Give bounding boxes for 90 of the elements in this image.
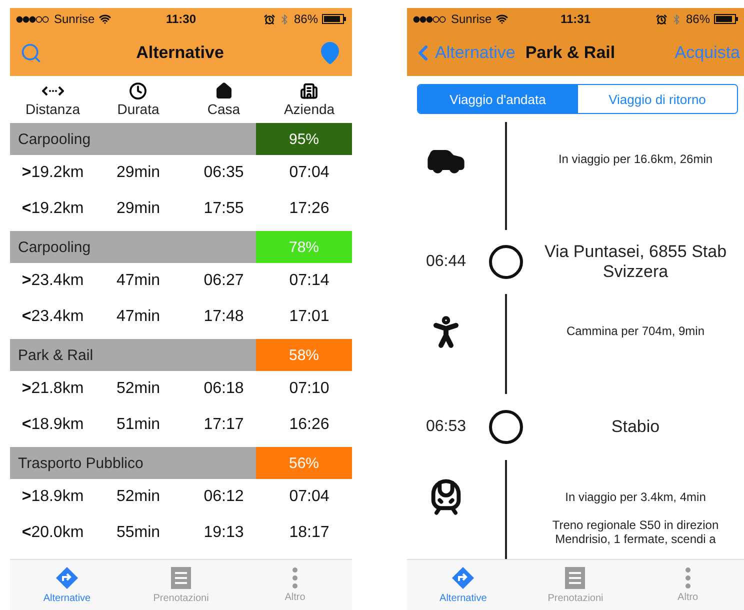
column-header[interactable]: Distanza <box>26 101 80 117</box>
home-time-cell-text: 17:48 <box>202 308 245 326</box>
column-header[interactable]: Azienda <box>284 101 335 117</box>
duration-cell-text: 47min <box>115 308 162 326</box>
tab-item[interactable]: Altro <box>632 560 744 610</box>
distance-cell-text: >19.2km <box>20 164 85 182</box>
distance-cell-text: >18.9km <box>20 488 85 506</box>
bluetooth-icon <box>278 14 290 24</box>
stop-circle-icon <box>489 245 523 279</box>
segment-button[interactable]: Viaggio d'andata <box>418 85 578 113</box>
home-time-cell-text: 06:18 <box>202 380 245 398</box>
duration-cell-text: 52min <box>115 380 162 398</box>
company-time-cell-text: 17:26 <box>288 200 330 218</box>
wifi-icon <box>98 13 111 25</box>
score-badge: 95% <box>256 123 352 155</box>
leg-description: Cammina per 704m, 9min <box>566 324 705 338</box>
home-icon <box>214 82 233 100</box>
leg-description: In viaggio per 3.4km, 4min <box>565 490 706 504</box>
duration-cell-text: 55min <box>115 524 162 542</box>
alarm-icon <box>656 14 667 24</box>
home-time-cell-text: 17:55 <box>202 200 245 218</box>
list-icon <box>170 566 192 590</box>
option-name: Carpooling <box>17 130 92 150</box>
leg-description: Treno regionale S50 in direzion Mendrisio, 1 fermate, scendi a <box>552 518 719 546</box>
option-name: Carpooling <box>17 238 92 258</box>
bluetooth-icon <box>670 14 682 24</box>
signal-icon <box>413 16 447 22</box>
screen-title: Alternative <box>136 43 224 63</box>
duration-cell-text: 47min <box>115 272 162 290</box>
distance-cell-text: <19.2km <box>20 200 85 218</box>
tab-item[interactable]: Alternative <box>407 560 520 610</box>
carrier-name: Sunrise <box>54 12 95 26</box>
building-icon <box>300 82 318 100</box>
stop-name: Via Puntasei, 6855 Stab Svizzera <box>543 242 728 282</box>
company-time-cell-text: 07:14 <box>288 272 330 290</box>
tab-item[interactable]: Alternative <box>10 560 124 610</box>
home-time-cell-text: 17:17 <box>202 416 245 434</box>
distance-cell-text: <20.0km <box>20 524 85 542</box>
distance-cell-text: <18.9km <box>20 416 85 434</box>
alarm-icon <box>264 14 275 24</box>
option-name: Park & Rail <box>17 346 94 366</box>
signal-icon <box>16 16 50 22</box>
company-time-cell-text: 07:04 <box>288 488 330 506</box>
battery-icon <box>322 14 346 24</box>
company-time-cell-text: 18:17 <box>288 524 330 542</box>
duration-cell-text: 29min <box>115 200 162 218</box>
column-header[interactable]: Casa <box>207 101 240 117</box>
distance-cell-text: >23.4km <box>20 272 85 290</box>
screen-title: Park & Rail <box>525 43 616 63</box>
home-time-cell-text: 06:27 <box>202 272 245 290</box>
status-time: 11:31 <box>560 12 591 26</box>
leg-description: In viaggio per 16.6km, 26min <box>558 152 713 166</box>
search-icon[interactable] <box>20 42 42 64</box>
tab-item[interactable]: Prenotazioni <box>519 560 632 610</box>
stop-time: 06:53 <box>426 418 466 436</box>
directions-icon <box>55 566 79 590</box>
more-icon <box>292 567 298 589</box>
battery-icon <box>714 14 738 24</box>
duration-cell-text: 51min <box>115 416 162 434</box>
home-time-cell-text: 06:12 <box>202 488 245 506</box>
stop-name: Stabio <box>610 417 661 437</box>
duration-cell-text: 52min <box>115 488 162 506</box>
distance-cell-text: <23.4km <box>20 308 85 326</box>
column-header[interactable]: Durata <box>117 101 160 117</box>
score-badge: 58% <box>256 339 352 371</box>
stop-circle-icon <box>489 410 523 444</box>
wifi-icon <box>496 13 508 25</box>
more-icon <box>684 567 691 589</box>
stop-time: 06:44 <box>426 253 466 271</box>
company-time-cell-text: 07:10 <box>288 380 330 398</box>
duration-cell-text: 29min <box>115 164 162 182</box>
tab-item[interactable]: Altro <box>238 560 352 610</box>
home-time-cell-text: 06:35 <box>202 164 245 182</box>
score-badge: 56% <box>256 447 352 479</box>
tab-item[interactable]: Prenotazioni <box>124 560 238 610</box>
battery-percent: 86% <box>294 12 318 26</box>
distance-cell-text: >21.8km <box>20 380 85 398</box>
company-time-cell-text: 16:26 <box>288 416 330 434</box>
clock-icon <box>129 82 148 100</box>
carrier-name: Sunrise <box>451 12 492 26</box>
status-time: 11:30 <box>166 12 196 26</box>
option-name: Trasporto Pubblico <box>17 454 144 474</box>
company-time-cell-text: 17:01 <box>288 308 330 326</box>
company-time-cell-text: 07:04 <box>288 164 330 182</box>
list-icon <box>564 566 586 590</box>
home-time-cell-text: 19:13 <box>202 524 245 542</box>
battery-percent: 86% <box>686 12 710 26</box>
score-badge: 78% <box>256 231 352 263</box>
location-pin-icon[interactable] <box>318 41 342 65</box>
directions-icon <box>451 566 476 590</box>
